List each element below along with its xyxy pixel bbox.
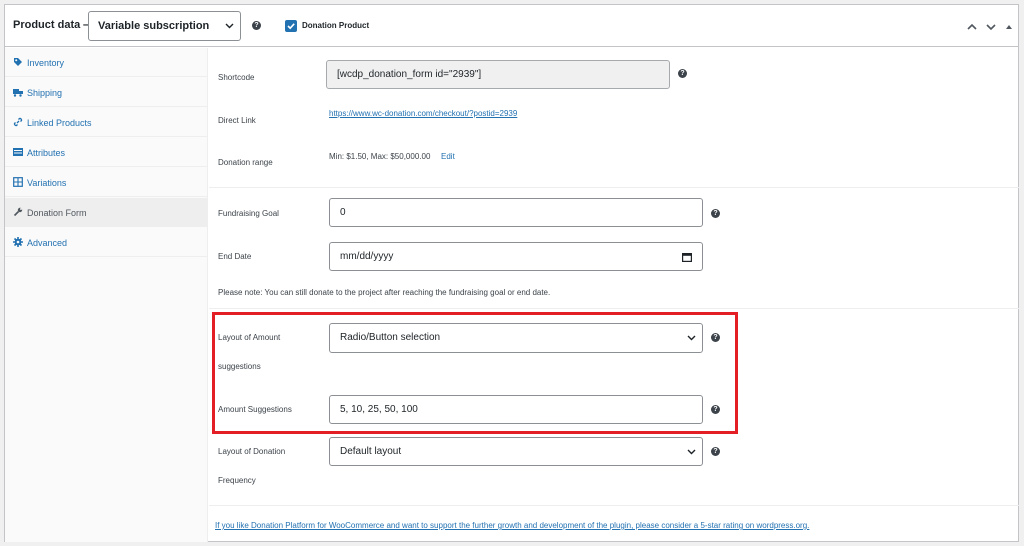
panel-title: Product data — <box>13 19 95 31</box>
help-icon[interactable]: ? <box>711 447 720 456</box>
tab-donation-form[interactable]: Donation Form <box>5 198 208 227</box>
section-divider <box>209 187 1019 188</box>
fundraising-goal-label: Fundraising Goal <box>218 209 279 218</box>
end-date-label: End Date <box>218 252 252 261</box>
calendar-icon[interactable] <box>682 252 692 262</box>
donation-product-checkbox[interactable] <box>285 20 297 32</box>
truck-icon <box>13 89 23 97</box>
fundraising-goal-value: 0 <box>340 207 346 218</box>
section-divider <box>209 308 1019 309</box>
layout-frequency-label-2: Frequency <box>218 476 256 485</box>
tab-label: Inventory <box>27 58 65 68</box>
layout-frequency-select[interactable]: Default layout <box>329 437 703 466</box>
donation-form-panel: Shortcode [wcdp_donation_form id="2939"]… <box>209 48 1019 542</box>
direct-link[interactable]: https://www.wc-donation.com/checkout/?po… <box>329 109 517 118</box>
tab-inventory[interactable]: Inventory <box>5 48 208 77</box>
chevron-down-icon <box>687 449 696 455</box>
tab-label: Donation Form <box>27 208 87 218</box>
tag-icon <box>14 58 22 66</box>
product-type-select[interactable]: Variable subscription <box>88 11 241 41</box>
layout-frequency-label: Layout of Donation <box>218 447 286 456</box>
direct-link-label: Direct Link <box>218 116 256 125</box>
end-date-input[interactable]: mm/dd/yyyy <box>329 242 703 271</box>
donation-range-value: Min: $1.50, Max: $50,000.00 <box>329 152 431 161</box>
layout-frequency-value: Default layout <box>340 446 402 457</box>
panel-header: Product data — Variable subscription ? D… <box>5 5 1018 47</box>
tab-attributes[interactable]: Attributes <box>5 138 208 167</box>
tab-variations[interactable]: Variations <box>5 168 208 197</box>
checkmark-icon <box>287 23 295 30</box>
wrench-icon <box>13 207 23 217</box>
donation-product-label: Donation Product <box>302 21 370 30</box>
section-divider <box>209 505 1019 506</box>
shortcode-label: Shortcode <box>218 73 255 82</box>
end-date-placeholder: mm/dd/yyyy <box>340 251 394 262</box>
tab-shipping[interactable]: Shipping <box>5 78 208 107</box>
product-type-value: Variable subscription <box>98 20 210 32</box>
link-icon <box>13 117 23 127</box>
tab-label: Shipping <box>27 88 63 98</box>
highlight-box <box>212 312 738 434</box>
list-icon <box>13 148 23 156</box>
tab-label: Linked Products <box>27 118 92 128</box>
product-data-tabs: Inventory Shipping Linked Products Attri… <box>5 48 208 542</box>
help-icon[interactable]: ? <box>252 21 261 30</box>
gear-icon <box>13 237 23 247</box>
form-note: Please note: You can still donate to the… <box>218 288 551 297</box>
product-data-panel: Product data — Variable subscription ? D… <box>4 4 1019 542</box>
fundraising-goal-input[interactable]: 0 <box>329 198 703 227</box>
shortcode-value: [wcdp_donation_form id="2939"] <box>337 69 482 80</box>
help-icon[interactable]: ? <box>711 209 720 218</box>
chevron-down-icon[interactable] <box>986 22 996 32</box>
tab-linked-products[interactable]: Linked Products <box>5 108 208 137</box>
chevron-down-icon <box>225 23 234 29</box>
tab-label: Variations <box>27 178 67 188</box>
rating-link[interactable]: If you like Donation Platform for WooCom… <box>215 521 809 530</box>
donation-range-label: Donation range <box>218 158 273 167</box>
shortcode-field[interactable]: [wcdp_donation_form id="2939"] <box>326 60 670 89</box>
chevron-up-icon[interactable] <box>967 22 977 32</box>
grid-icon <box>13 177 23 187</box>
tab-label: Attributes <box>27 148 66 158</box>
tab-advanced[interactable]: Advanced <box>5 228 208 257</box>
edit-range-link[interactable]: Edit <box>441 152 455 161</box>
help-icon[interactable]: ? <box>678 69 687 78</box>
toggle-triangle-icon[interactable] <box>1004 22 1014 32</box>
tab-label: Advanced <box>27 238 68 248</box>
